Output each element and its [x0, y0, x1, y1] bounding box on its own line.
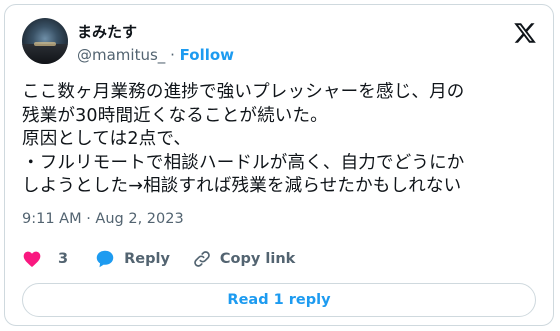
reply-button[interactable]: Reply: [94, 248, 170, 270]
tweet-text: ここ数ヶ月業務の進捗で強いプレッシャーを感じ、月の 残業が30時間近くなることが…: [22, 82, 465, 196]
reply-label: Reply: [124, 251, 170, 267]
like-button[interactable]: 3: [22, 249, 68, 269]
avatar[interactable]: [22, 18, 68, 64]
tweet-card[interactable]: まみたす @mamitus_ · Follow ここ数ヶ月業務の進捗で強いプレッ…: [4, 4, 554, 326]
like-count: 3: [58, 251, 69, 267]
copy-link-button[interactable]: Copy link: [192, 249, 295, 269]
x-logo-icon[interactable]: [513, 21, 537, 45]
separator-dot: ·: [170, 46, 175, 64]
link-icon: [192, 249, 212, 269]
author-handle[interactable]: @mamitus_: [77, 46, 165, 64]
author-name[interactable]: まみたす: [77, 21, 137, 42]
avatar-light: [34, 42, 56, 46]
author-handle-row: @mamitus_ · Follow: [77, 46, 234, 64]
copy-link-label: Copy link: [219, 251, 296, 267]
tweet-timestamp[interactable]: 9:11 AM · Aug 2, 2023: [22, 211, 184, 227]
reply-bubble-icon: [94, 248, 116, 270]
read-reply-button[interactable]: Read 1 reply: [22, 283, 536, 317]
avatar-horizon: [22, 44, 68, 64]
follow-button[interactable]: Follow: [180, 46, 234, 64]
heart-icon: [22, 249, 42, 269]
action-bar: 3 Reply Copy link: [22, 248, 295, 270]
